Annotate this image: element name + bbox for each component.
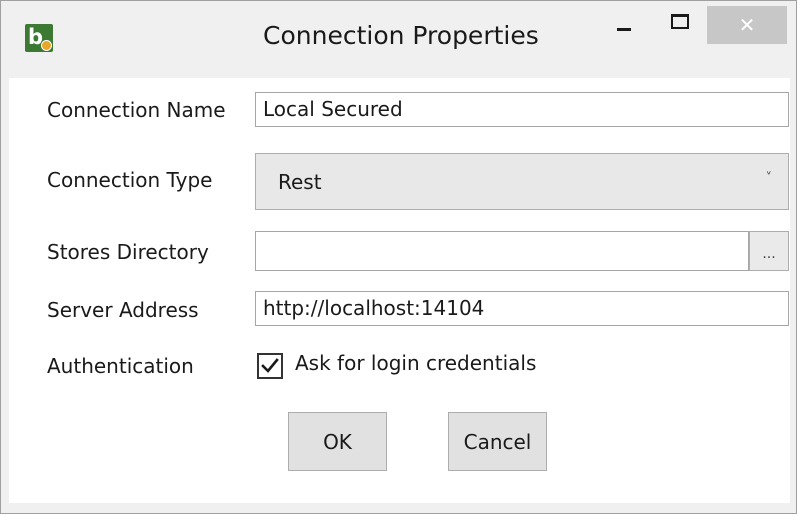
server-address-label: Server Address: [47, 298, 199, 322]
ok-button[interactable]: OK: [288, 412, 387, 471]
connection-name-label: Connection Name: [47, 98, 226, 122]
app-logo-icon[interactable]: b: [25, 24, 53, 52]
chevron-down-icon: ˅: [765, 171, 773, 186]
close-button[interactable]: ✕: [707, 6, 787, 44]
connection-type-label: Connection Type: [47, 168, 213, 192]
title-bar[interactable]: b Connection Properties ✕: [1, 1, 796, 78]
server-address-input[interactable]: http://localhost:14104: [255, 291, 789, 326]
stores-directory-input[interactable]: [255, 231, 749, 271]
ask-credentials-checkbox[interactable]: [257, 353, 283, 379]
minimize-button[interactable]: [601, 6, 647, 46]
dialog-content: Connection Name Local Secured Connection…: [9, 78, 790, 503]
app-logo-badge: [41, 40, 52, 51]
dialog-window: b Connection Properties ✕ Connection Nam…: [0, 0, 797, 514]
minimize-icon: [617, 27, 631, 31]
maximize-icon: [671, 13, 689, 29]
ask-credentials-label[interactable]: Ask for login credentials: [295, 351, 536, 375]
maximize-button[interactable]: [657, 6, 703, 46]
window-title: Connection Properties: [263, 21, 539, 50]
stores-directory-label: Stores Directory: [47, 240, 209, 264]
checkmark-icon: [261, 358, 279, 373]
connection-name-input[interactable]: Local Secured: [255, 92, 789, 127]
connection-type-select[interactable]: Rest ˅: [255, 153, 789, 210]
authentication-label: Authentication: [47, 354, 194, 378]
connection-type-value: Rest: [278, 169, 322, 194]
browse-button[interactable]: ...: [749, 231, 789, 271]
cancel-button[interactable]: Cancel: [448, 412, 547, 471]
close-icon: ✕: [738, 13, 756, 37]
